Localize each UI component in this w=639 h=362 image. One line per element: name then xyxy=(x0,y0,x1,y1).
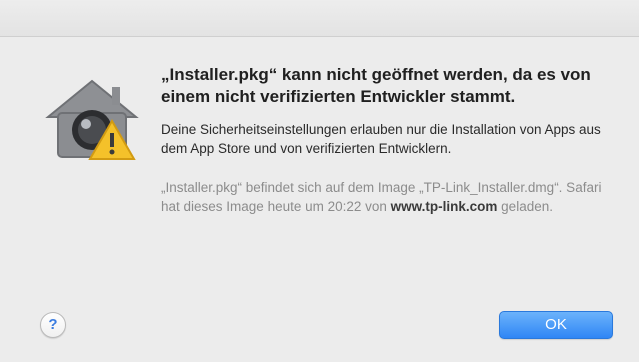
info-text-end: geladen. xyxy=(497,199,553,214)
help-button[interactable]: ? xyxy=(40,312,66,338)
alert-title: „Installer.pkg“ kann nicht geöffnet werd… xyxy=(161,65,591,106)
alert-info: „Installer.pkg“ befindet sich auf dem Im… xyxy=(161,178,611,216)
alert-window: „Installer.pkg“ kann nicht geöffnet werd… xyxy=(0,0,639,362)
window-titlebar xyxy=(0,0,639,37)
source-website: www.tp-link.com xyxy=(390,199,498,214)
alert-content: „Installer.pkg“ kann nicht geöffnet werd… xyxy=(161,64,611,216)
ok-button[interactable]: OK xyxy=(499,311,613,339)
alert-message: Deine Sicherheitseinstellungen erlauben … xyxy=(161,122,601,156)
gatekeeper-warning-icon xyxy=(42,75,142,161)
